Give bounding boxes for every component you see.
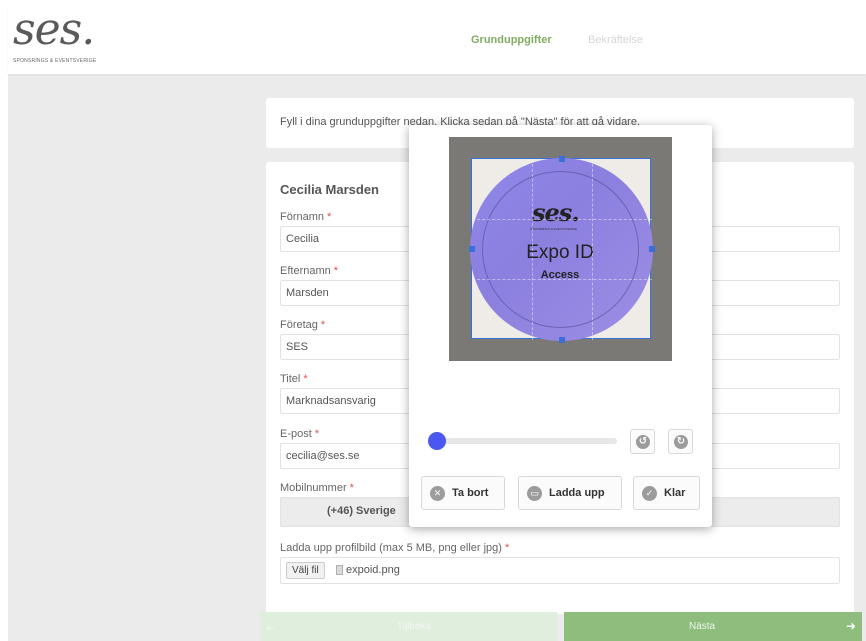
logo[interactable]: ses. SPONSRINGS & EVENTSVERIGE (11, 4, 131, 72)
required-mark: * (314, 428, 320, 440)
first-name-value: Cecilia (286, 233, 320, 245)
remove-button-label: Ta bort (452, 487, 489, 499)
rotate-ccw-icon: ↺ (636, 435, 650, 449)
crop-guide (472, 279, 652, 280)
country-code-select[interactable]: (+46) Sverige (327, 505, 396, 517)
crop-box[interactable]: ses. SPONSRINGS & EVENTSVERIGE Expo ID A… (469, 156, 655, 343)
email-value: cecilia@ses.se (286, 450, 360, 462)
crop-handle-top[interactable] (559, 156, 565, 162)
image-cropper-modal: ses. SPONSRINGS & EVENTSVERIGE Expo ID A… (409, 125, 712, 527)
rotate-cw-icon: ↻ (674, 435, 688, 449)
required-mark: * (320, 319, 326, 331)
crop-guide (532, 159, 533, 340)
crop-handle-right[interactable] (649, 246, 655, 252)
uploaded-image: ses. SPONSRINGS & EVENTSVERIGE Expo ID A… (470, 158, 653, 341)
checkmark-icon: ✓ (642, 486, 657, 501)
picture-file-input[interactable]: Välj fil expoid.png (280, 557, 840, 584)
upload-icon: ▭ (527, 486, 542, 501)
back-button[interactable]: ← Tillbaka (260, 612, 557, 641)
arrow-left-icon: ← (264, 619, 276, 633)
zoom-slider[interactable] (436, 438, 617, 444)
arrow-right-icon: ➜ (845, 619, 856, 633)
crop-canvas[interactable]: ses. SPONSRINGS & EVENTSVERIGE Expo ID A… (449, 137, 672, 361)
zoom-slider-thumb[interactable] (428, 432, 446, 450)
rotate-left-button[interactable]: ↺ (630, 429, 655, 454)
remove-icon: ✕ (430, 486, 445, 501)
company-value: SES (286, 341, 309, 353)
image-title: Expo ID (526, 242, 594, 263)
last-name-label: Efternamn * (280, 265, 338, 277)
file-name: expoid.png (346, 564, 400, 576)
required-mark: * (327, 211, 332, 223)
header: ses. SPONSRINGS & EVENTSVERIGE Grunduppg… (8, 4, 866, 74)
mobile-label: Mobilnummer * (280, 482, 354, 494)
email-label: E-post * (280, 428, 319, 440)
logo-subtitle: SPONSRINGS & EVENTSVERIGE (13, 58, 97, 64)
title-label: Titel * (280, 373, 308, 385)
mobile-label-text: Mobilnummer (280, 482, 347, 494)
step-basic-info: Grunduppgifter (471, 34, 552, 46)
required-mark: * (504, 542, 510, 554)
file-icon (336, 565, 343, 575)
required-mark: * (303, 373, 308, 385)
next-button-label: Nästa (689, 621, 716, 632)
rotate-right-button[interactable]: ↻ (668, 429, 693, 454)
email-label-text: E-post (280, 428, 312, 440)
upload-button-label: Ladda upp (549, 487, 605, 499)
required-mark: * (333, 265, 339, 277)
crop-handle-left[interactable] (469, 246, 475, 252)
first-name-label: Förnamn * (280, 211, 331, 223)
company-label: Företag * (280, 319, 325, 331)
title-label-text: Titel (280, 373, 301, 385)
choose-file-button[interactable]: Välj fil (286, 562, 325, 579)
logo-mark: ses. (13, 4, 95, 55)
crop-handle-bottom[interactable] (559, 337, 565, 343)
back-button-label: Tillbaka (397, 621, 432, 632)
done-button-label: Klar (664, 487, 686, 499)
last-name-value: Marsden (286, 287, 329, 299)
upload-button[interactable]: ▭ Ladda upp (518, 476, 622, 510)
title-value: Marknadsansvarig (286, 395, 376, 407)
image-logo: ses. (532, 198, 580, 227)
remove-button[interactable]: ✕ Ta bort (421, 476, 505, 510)
done-button[interactable]: ✓ Klar (633, 476, 700, 510)
required-mark: * (349, 482, 354, 494)
last-name-label-text: Efternamn (280, 265, 331, 277)
crop-guide (592, 159, 593, 340)
first-name-label-text: Förnamn (280, 211, 325, 223)
picture-label: Ladda upp profilbild (max 5 MB, png elle… (280, 542, 509, 554)
crop-guide (472, 219, 652, 220)
company-label-text: Företag (280, 319, 318, 331)
step-confirmation: Bekräftelse (588, 34, 644, 46)
image-logo-subtitle: SPONSRINGS & EVENTSVERIGE (530, 227, 578, 231)
person-name: Cecilia Marsden (280, 182, 379, 197)
next-button[interactable]: Nästa ➜ (564, 612, 862, 641)
picture-label-text: Ladda upp profilbild (max 5 MB, png elle… (280, 542, 502, 554)
